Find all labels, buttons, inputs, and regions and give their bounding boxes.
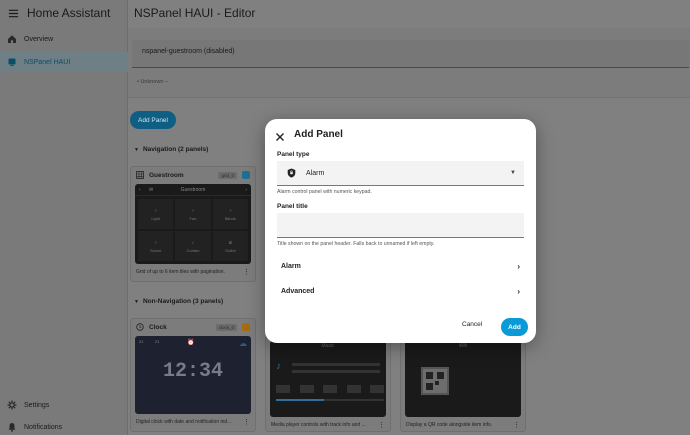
alarm-section-row[interactable]: Alarm › bbox=[277, 254, 524, 278]
sidebar: Home Assistant Overview NSPanel HAUI Set… bbox=[0, 0, 128, 435]
panel-type-select[interactable]: Alarm ▼ bbox=[277, 161, 524, 186]
section-navigation[interactable]: ▼ Navigation (2 panels) bbox=[134, 146, 208, 153]
menu-icon[interactable] bbox=[8, 8, 19, 19]
sidebar-item-overview[interactable]: Overview bbox=[0, 29, 128, 49]
sidebar-item-notifications[interactable]: Notifications bbox=[0, 417, 128, 435]
sidebar-header: Home Assistant bbox=[0, 0, 127, 26]
panel-card-clock[interactable]: Clock clock_0 21 21 ⏰ ☁ 12:34 Digital cl… bbox=[130, 318, 256, 432]
panel-card-guestroom[interactable]: Guestroom grid_0 ‹ ✉ Guestroom › ? Light … bbox=[130, 166, 256, 282]
panel-id-tag: grid_0 bbox=[218, 171, 237, 179]
panel-card-music[interactable]: Music ♪ Media player controls with track… bbox=[265, 336, 391, 432]
collapse-icon: ▼ bbox=[134, 147, 139, 153]
panel-type-value: Alarm bbox=[306, 169, 325, 177]
panel-preview: 21 21 ⏰ ☁ 12:34 bbox=[135, 336, 251, 414]
preview-title: Guestroom bbox=[180, 186, 206, 193]
more-icon[interactable]: ⋮ bbox=[378, 421, 385, 429]
panel-title-label: Panel title bbox=[277, 203, 308, 210]
next-arrow-icon: › bbox=[245, 186, 247, 193]
advanced-section-row[interactable]: Advanced › bbox=[277, 279, 524, 303]
sidebar-item-settings[interactable]: Settings bbox=[0, 395, 128, 415]
sidebar-item-label: Notifications bbox=[24, 423, 63, 431]
preview-date-left: 21 bbox=[139, 339, 144, 344]
chevron-right-icon: › bbox=[517, 261, 520, 271]
more-icon[interactable]: ⋮ bbox=[513, 421, 520, 429]
device-card: nspanel-guestroom (disabled) • Unknown – bbox=[128, 28, 690, 98]
track-info-line bbox=[292, 363, 380, 366]
sidebar-item-label: Settings bbox=[24, 401, 50, 409]
alarm-icon: ⏰ bbox=[187, 340, 195, 346]
preview-tile: ✓ Curtain bbox=[175, 231, 211, 261]
transport-controls bbox=[276, 385, 384, 393]
card-description: Grid of up to 6 item tiles with paginati… bbox=[136, 268, 250, 276]
card-title: Guestroom bbox=[149, 171, 184, 179]
panel-preview: ‹ ✉ Guestroom › ? Light ? Fan ? Blinds ? Sce… bbox=[135, 184, 251, 264]
track-info-line bbox=[292, 370, 380, 373]
preview-time: 12:34 bbox=[162, 360, 223, 383]
envelope-icon: ✉ bbox=[149, 186, 154, 193]
preview-tile: ? Scene bbox=[138, 231, 174, 261]
weather-icon: ☁ bbox=[239, 339, 247, 348]
sidebar-item-label: NSPanel HAUI bbox=[24, 58, 71, 66]
card-description: Media player controls with track info an… bbox=[271, 421, 385, 429]
preview-tiles: ? Light ? Fan ? Blinds ? Scene ✓ Curtain ⊠ Out… bbox=[135, 196, 251, 264]
panel-title-hint: Title shown on the panel header. Falls b… bbox=[277, 241, 435, 247]
panel-title-input[interactable] bbox=[277, 213, 524, 238]
preview-date-right: 21 bbox=[155, 339, 160, 344]
dialog-title: Add Panel bbox=[294, 129, 343, 140]
add-button[interactable]: Add bbox=[501, 318, 528, 336]
page-title: NSPanel HAUI - Editor bbox=[134, 6, 256, 20]
card-title: Clock bbox=[149, 323, 167, 331]
clock-icon bbox=[136, 323, 144, 331]
card-header: Clock clock_0 bbox=[131, 319, 255, 335]
cancel-button[interactable]: Cancel bbox=[462, 321, 482, 328]
home-badge-icon bbox=[242, 171, 250, 179]
card-description: Display a QR code alongside item info. ⋮ bbox=[406, 421, 520, 429]
collapse-icon: ▼ bbox=[134, 299, 139, 305]
device-select[interactable]: nspanel-guestroom (disabled) bbox=[132, 40, 689, 68]
panel-card-qr[interactable]: Wifi Display a QR code alongside item in… bbox=[400, 336, 526, 432]
panel-preview: Wifi bbox=[405, 341, 521, 417]
gear-icon bbox=[7, 400, 17, 410]
section-non-navigation[interactable]: ▼ Non-Navigation (3 panels) bbox=[134, 298, 223, 305]
panel-type-label: Panel type bbox=[277, 151, 310, 158]
preview-tile: ? Blinds bbox=[212, 199, 248, 229]
music-note-icon: ♪ bbox=[276, 361, 281, 372]
home-icon bbox=[7, 34, 17, 44]
panel-preview: Music ♪ bbox=[270, 341, 386, 417]
card-header: Guestroom grid_0 bbox=[131, 167, 255, 183]
preview-tile: ? Light bbox=[138, 199, 174, 229]
status-text: • Unknown – bbox=[137, 79, 168, 85]
panel-type-hint: Alarm control panel with numeric keypad. bbox=[277, 189, 372, 195]
tablet-icon bbox=[7, 57, 17, 67]
chevron-right-icon: › bbox=[517, 286, 520, 296]
add-panel-dialog: Add Panel Panel type Alarm ▼ Alarm contr… bbox=[265, 119, 536, 343]
bell-icon bbox=[7, 422, 17, 432]
app-title: Home Assistant bbox=[27, 6, 111, 20]
close-icon[interactable] bbox=[275, 129, 287, 141]
preview-tile: ? Fan bbox=[175, 199, 211, 229]
qr-code-icon bbox=[421, 367, 449, 395]
shield-lock-icon bbox=[287, 168, 296, 178]
more-icon[interactable]: ⋮ bbox=[243, 268, 250, 276]
preview-header: ‹ ✉ Guestroom › bbox=[135, 184, 251, 196]
add-panel-button[interactable]: Add Panel bbox=[130, 111, 176, 129]
sidebar-item-nspanel-haui[interactable]: NSPanel HAUI bbox=[0, 52, 128, 72]
preview-tile: ⊠ Outlet bbox=[212, 231, 248, 261]
panel-id-tag: clock_0 bbox=[215, 323, 237, 331]
more-icon[interactable]: ⋮ bbox=[243, 418, 250, 426]
grid-icon bbox=[136, 171, 144, 179]
prev-arrow-icon: ‹ bbox=[139, 186, 141, 193]
clock-badge-icon bbox=[242, 323, 250, 331]
volume-track bbox=[276, 399, 384, 401]
card-description: Digital clock with date and notification… bbox=[136, 418, 250, 426]
dropdown-caret-icon: ▼ bbox=[510, 170, 516, 176]
sidebar-item-label: Overview bbox=[24, 35, 54, 43]
